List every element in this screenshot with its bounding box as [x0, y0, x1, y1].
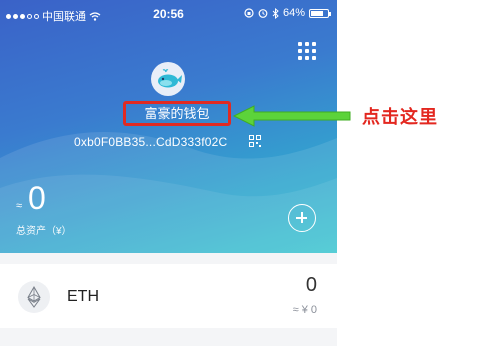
total-balance: 0	[28, 180, 46, 216]
token-symbol: ETH	[67, 288, 99, 305]
wallet-address[interactable]: 0xb0F0BB35...CdD333f02C	[74, 135, 227, 149]
battery-percent: 64%	[282, 7, 305, 19]
status-bar: 中国联通 20:56 64%	[0, 0, 337, 28]
total-assets-label: 总资产（¥）	[16, 226, 72, 237]
battery-icon	[309, 8, 331, 18]
approx-symbol: ≈	[16, 200, 23, 212]
qr-code-icon[interactable]	[249, 135, 261, 147]
ethereum-icon	[18, 281, 50, 313]
bluetooth-icon	[272, 7, 279, 19]
whale-icon	[158, 69, 182, 88]
token-row-eth[interactable]: ETH 0 ≈ ¥ 0	[0, 264, 337, 328]
orientation-lock-icon	[244, 8, 254, 18]
wallet-name[interactable]: 富豪的钱包	[125, 104, 229, 124]
wallet-avatar[interactable]	[151, 62, 185, 96]
wallet-screen: 中国联通 20:56 64% 富豪的钱包 0xb0F0BB35...CdD333…	[0, 0, 337, 346]
annotation-arrow-icon	[232, 105, 351, 127]
token-amount: 0	[305, 274, 317, 296]
menu-grid-icon[interactable]	[298, 42, 318, 62]
token-fiat-value: ≈ ¥ 0	[292, 304, 317, 316]
alarm-icon	[258, 9, 268, 18]
annotation-label: 点击这里	[362, 107, 438, 128]
add-token-button[interactable]	[288, 204, 316, 232]
